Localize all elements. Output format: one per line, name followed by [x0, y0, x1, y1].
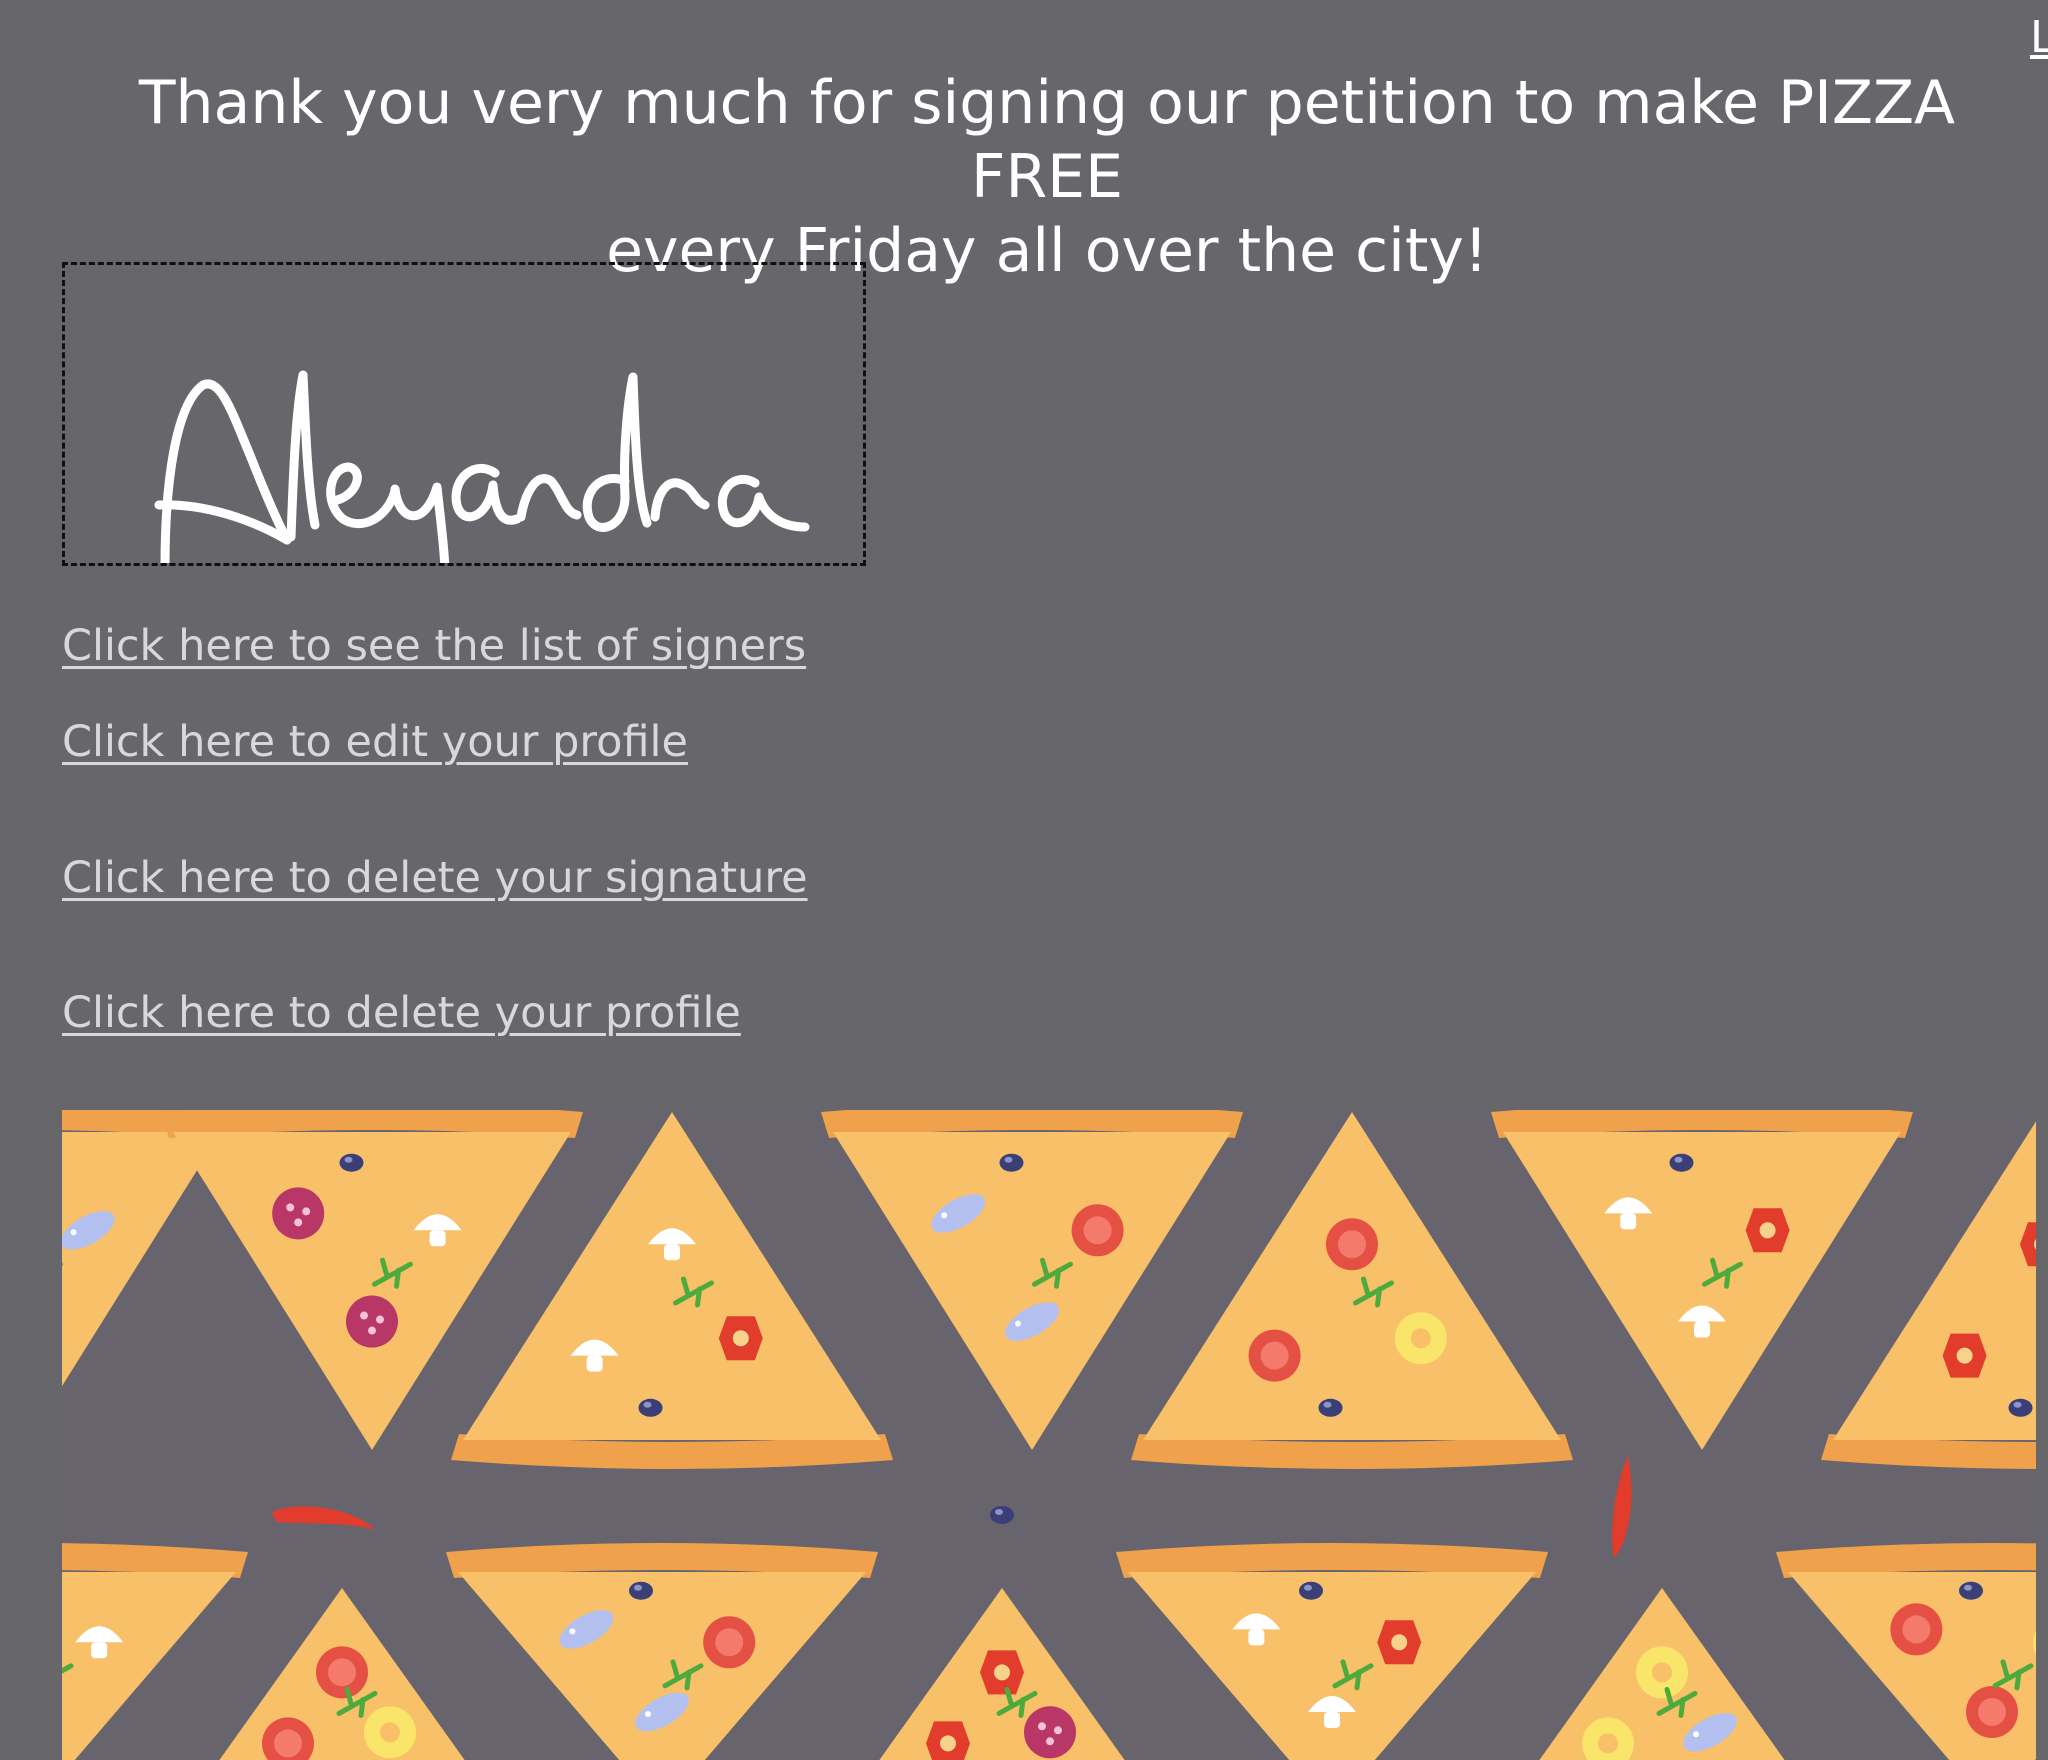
edit-profile-link[interactable]: Click here to edit your profile — [62, 714, 688, 770]
delete-signature-link[interactable]: Click here to delete your signature — [62, 850, 808, 906]
delete-profile-link[interactable]: Click here to delete your profile — [62, 985, 741, 1041]
signature-box — [62, 262, 866, 566]
page-heading: Thank you very much for signing our peti… — [62, 66, 2032, 288]
corner-link[interactable]: L — [2030, 14, 2048, 62]
heading-line-1: Thank you very much for signing our peti… — [138, 68, 1956, 212]
see-signers-link[interactable]: Click here to see the list of signers — [62, 618, 806, 674]
handwritten-signature — [154, 370, 810, 563]
pizza-banner-image — [62, 1110, 2036, 1760]
pizza-pattern-icon — [62, 1110, 2036, 1760]
